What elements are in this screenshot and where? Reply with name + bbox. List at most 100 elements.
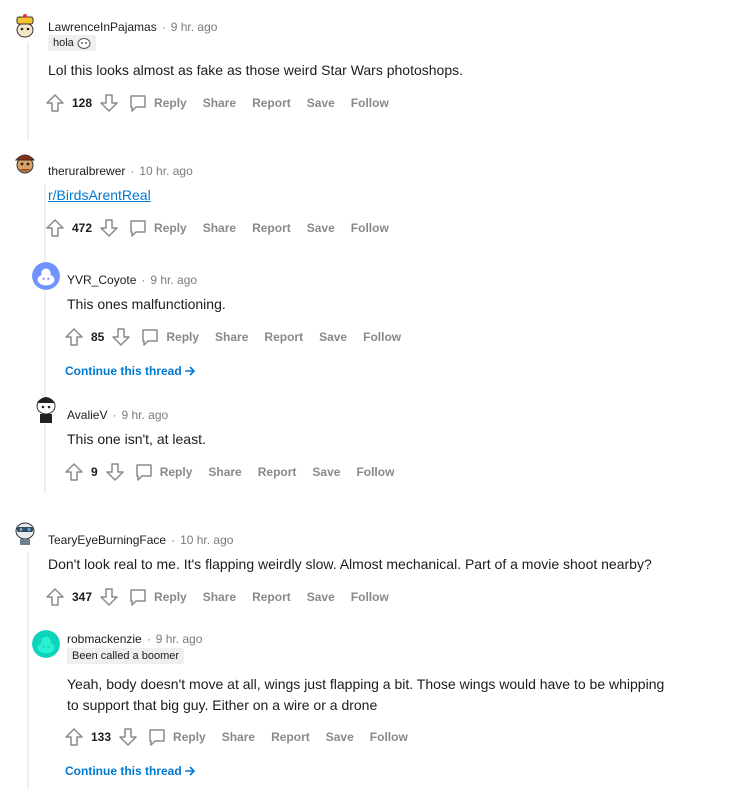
- comment-body: This ones malfunctioning.: [67, 296, 226, 312]
- follow-button[interactable]: Follow: [351, 221, 389, 235]
- follow-button[interactable]: Follow: [370, 730, 408, 744]
- upvote-button[interactable]: [44, 217, 66, 239]
- continue-thread-link[interactable]: Continue this thread: [65, 764, 196, 778]
- upvote-button[interactable]: [63, 726, 85, 748]
- vote-score: 347: [72, 590, 93, 604]
- comment-body: Yeah, body doesn't move at all, wings ju…: [67, 674, 664, 716]
- upvote-icon: [65, 728, 83, 746]
- downvote-button[interactable]: [98, 217, 120, 239]
- save-button[interactable]: Save: [326, 730, 354, 744]
- comment-actions: 85 Reply Share Report Save Follow: [63, 325, 417, 349]
- comment-bubble-icon: [130, 589, 146, 606]
- share-button[interactable]: Share: [203, 96, 236, 110]
- avatar[interactable]: [10, 12, 40, 42]
- share-button[interactable]: Share: [215, 330, 248, 344]
- save-button[interactable]: Save: [307, 96, 335, 110]
- save-button[interactable]: Save: [319, 330, 347, 344]
- username[interactable]: TearyEyeBurningFace: [48, 533, 166, 547]
- share-button[interactable]: Share: [222, 730, 255, 744]
- save-button[interactable]: Save: [307, 590, 335, 604]
- vote-score: 128: [72, 96, 93, 110]
- username[interactable]: robmackenzie: [67, 632, 142, 646]
- reply-button[interactable]: Reply: [128, 93, 187, 113]
- save-button[interactable]: Save: [307, 221, 335, 235]
- comment-meta: YVR_Coyote · 9 hr. ago: [67, 271, 197, 289]
- report-button[interactable]: Report: [252, 221, 291, 235]
- downvote-button[interactable]: [117, 726, 139, 748]
- timestamp[interactable]: 10 hr. ago: [180, 533, 233, 547]
- separator: ·: [161, 20, 166, 34]
- timestamp[interactable]: 9 hr. ago: [171, 20, 218, 34]
- comment-actions: 9 Reply Share Report Save Follow: [63, 460, 410, 484]
- share-button[interactable]: Share: [203, 590, 236, 604]
- comment-body-line: to support that big guy. Either on a wir…: [67, 697, 378, 713]
- follow-button[interactable]: Follow: [351, 96, 389, 110]
- reply-button[interactable]: Reply: [147, 727, 206, 747]
- reply-button[interactable]: Reply: [128, 587, 187, 607]
- avatar[interactable]: [32, 262, 60, 290]
- timestamp[interactable]: 9 hr. ago: [150, 273, 197, 287]
- comment-actions: 133 Reply Share Report Save Follow: [63, 725, 424, 749]
- reply-label: Reply: [154, 96, 187, 110]
- downvote-button[interactable]: [98, 92, 120, 114]
- avatar[interactable]: [10, 148, 40, 178]
- avatar[interactable]: [10, 516, 40, 546]
- upvote-button[interactable]: [63, 461, 85, 483]
- downvote-icon: [112, 328, 131, 346]
- username[interactable]: theruralbrewer: [48, 164, 125, 178]
- upvote-icon: [46, 94, 64, 112]
- follow-button[interactable]: Follow: [351, 590, 389, 604]
- share-button[interactable]: Share: [203, 221, 236, 235]
- vote-score: 85: [91, 330, 105, 344]
- user-flair: Been called a boomer: [67, 648, 185, 664]
- report-button[interactable]: Report: [264, 330, 303, 344]
- downvote-icon: [105, 463, 124, 481]
- reply-label: Reply: [159, 465, 193, 479]
- vote-score: 133: [91, 730, 112, 744]
- timestamp[interactable]: 9 hr. ago: [156, 632, 203, 646]
- subreddit-link[interactable]: r/BirdsArentReal: [48, 187, 151, 203]
- follow-button[interactable]: Follow: [356, 465, 394, 479]
- username[interactable]: YVR_Coyote: [67, 273, 136, 287]
- comment-bubble-icon: [142, 329, 159, 346]
- reply-button[interactable]: Reply: [128, 218, 187, 238]
- report-button[interactable]: Report: [258, 465, 297, 479]
- continue-thread-link[interactable]: Continue this thread: [65, 364, 196, 378]
- username[interactable]: AvalieV: [67, 408, 107, 422]
- username[interactable]: LawrenceInPajamas: [48, 20, 157, 34]
- share-button[interactable]: Share: [208, 465, 241, 479]
- reply-label: Reply: [173, 730, 206, 744]
- reply-button[interactable]: Reply: [134, 462, 193, 482]
- follow-button[interactable]: Follow: [363, 330, 401, 344]
- comment-meta: theruralbrewer · 10 hr. ago: [48, 162, 193, 180]
- thread-line[interactable]: [27, 40, 29, 140]
- report-button[interactable]: Report: [252, 590, 291, 604]
- timestamp[interactable]: 10 hr. ago: [139, 164, 192, 178]
- comment-meta: AvalieV · 9 hr. ago: [67, 406, 168, 424]
- vote-score: 9: [91, 465, 98, 479]
- comment-body: Don't look real to me. It's flapping wei…: [48, 556, 652, 572]
- upvote-icon: [65, 328, 83, 346]
- upvote-button[interactable]: [63, 326, 85, 348]
- comment-bubble-icon: [135, 464, 152, 481]
- downvote-button[interactable]: [110, 326, 132, 348]
- report-button[interactable]: Report: [271, 730, 310, 744]
- downvote-icon: [100, 219, 118, 237]
- thread-line[interactable]: [27, 552, 29, 789]
- upvote-button[interactable]: [44, 92, 66, 114]
- continue-thread-label: Continue this thread: [65, 364, 182, 378]
- comment-meta: LawrenceInPajamas · 9 hr. ago: [48, 18, 217, 36]
- report-button[interactable]: Report: [252, 96, 291, 110]
- comment-body: r/BirdsArentReal: [48, 185, 151, 206]
- downvote-button[interactable]: [104, 461, 126, 483]
- comment-actions: 128 Reply Share Report Save Follow: [44, 91, 405, 115]
- timestamp[interactable]: 9 hr. ago: [121, 408, 168, 422]
- downvote-button[interactable]: [98, 586, 120, 608]
- comment-actions: 472 Reply Share Report Save Follow: [44, 216, 405, 240]
- avatar[interactable]: [32, 630, 60, 658]
- avatar[interactable]: [32, 390, 60, 424]
- flair-emoji-icon: [77, 38, 91, 49]
- reply-button[interactable]: Reply: [140, 327, 199, 347]
- save-button[interactable]: Save: [312, 465, 340, 479]
- upvote-button[interactable]: [44, 586, 66, 608]
